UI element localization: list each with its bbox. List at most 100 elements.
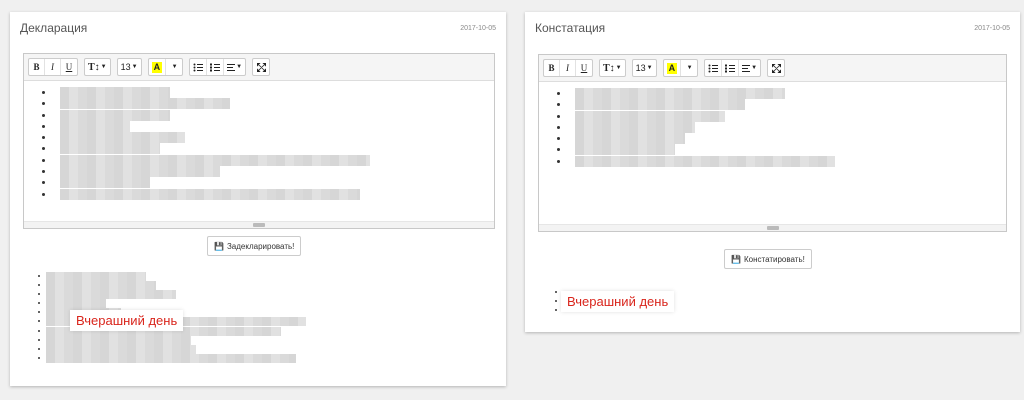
italic-button[interactable]: I: [45, 59, 61, 75]
chevron-down-icon: ▼: [131, 64, 138, 70]
style-group: T↕ ▼: [84, 58, 111, 76]
state-button-label: Констатировать!: [743, 254, 805, 264]
font-size-group: 13 ▼: [631, 59, 657, 77]
numbered-list-button[interactable]: [207, 59, 225, 75]
bullet-list-icon: [193, 63, 204, 71]
yesterday-tooltip: Вчерашний день: [561, 291, 675, 312]
card-title: Декларация: [20, 21, 88, 35]
rich-text-editor[interactable]: B I U T↕ ▼ 13 ▼ A ▼ ▼: [538, 54, 1007, 232]
paragraph-group: ▼: [189, 58, 247, 76]
bold-button[interactable]: B: [29, 59, 45, 75]
floppy-disk-icon: 💾: [731, 254, 741, 264]
font-size-dropdown[interactable]: 13 ▼: [633, 60, 656, 76]
card-title: Констатация: [535, 21, 606, 35]
font-size-group: 13 ▼: [116, 58, 142, 76]
statement-card: Констатация 2017-10-05 B I U T↕ ▼ 13 ▼ A ▼: [525, 12, 1020, 332]
yesterday-tooltip: Вчерашний день: [70, 310, 184, 331]
redacted-text: [60, 154, 370, 166]
redacted-text: [60, 109, 170, 121]
font-style-group: B I U: [543, 59, 593, 77]
highlight-color-icon: A: [666, 62, 678, 74]
align-dropdown[interactable]: ▼: [739, 60, 760, 76]
align-dropdown[interactable]: ▼: [224, 59, 245, 75]
bullet-list-icon: [708, 64, 719, 72]
editor-resize-handle[interactable]: [24, 221, 494, 228]
paragraph-group: ▼: [704, 59, 762, 77]
resize-grip-icon: [253, 223, 265, 227]
redacted-text: [60, 98, 230, 110]
card-date: 2017-10-05: [460, 25, 496, 32]
state-button[interactable]: 💾 Констатировать!: [724, 249, 812, 269]
editor-toolbar: B I U T↕ ▼ 13 ▼ A ▼ ▼: [24, 54, 494, 81]
rich-text-editor[interactable]: B I U T↕ ▼ 13 ▼ A ▼ ▼: [23, 53, 495, 229]
redacted-text: [46, 299, 106, 309]
fullscreen-icon: [771, 63, 781, 73]
chevron-down-icon: ▼: [236, 64, 243, 70]
fullscreen-icon: [256, 62, 266, 72]
redacted-text: [60, 166, 220, 178]
editor-toolbar: B I U T↕ ▼ 13 ▼ A ▼ ▼: [539, 55, 1006, 82]
redacted-text: [575, 144, 675, 156]
card-date: 2017-10-05: [974, 25, 1010, 32]
redacted-text: [60, 87, 170, 98]
declare-button[interactable]: 💾 Задекларировать!: [207, 236, 302, 256]
redacted-text: [60, 120, 130, 132]
redacted-text: [46, 335, 191, 345]
bullet-list-button[interactable]: [705, 60, 723, 76]
redacted-text: [60, 132, 185, 144]
fullscreen-button[interactable]: [768, 60, 784, 76]
redacted-text: [46, 344, 196, 354]
chevron-down-icon: ▼: [646, 65, 653, 71]
align-left-icon: [742, 64, 751, 72]
redacted-text: [60, 143, 160, 155]
redacted-text: [46, 353, 296, 363]
numbered-list-icon: [210, 63, 221, 71]
editor-content[interactable]: [539, 82, 1006, 217]
align-left-icon: [227, 63, 236, 71]
bullet-list-button[interactable]: [190, 59, 208, 75]
redacted-text: [46, 290, 176, 300]
redacted-text: [60, 177, 150, 189]
numbered-list-icon: [725, 64, 736, 72]
color-dropdown-button[interactable]: ▼: [166, 59, 182, 75]
redacted-text: [575, 110, 725, 122]
redacted-text: [575, 155, 835, 167]
resize-grip-icon: [766, 226, 779, 230]
color-group: A ▼: [147, 58, 184, 76]
declare-button-label: Задекларировать!: [226, 241, 295, 251]
text-color-button[interactable]: A: [664, 60, 682, 76]
highlight-color-icon: A: [151, 61, 163, 73]
declaration-card: Декларация 2017-10-05 B I U T↕ ▼ 13 ▼ A ▼: [10, 12, 506, 386]
redacted-text: [575, 88, 785, 99]
redacted-text: [46, 272, 146, 281]
editor-content[interactable]: [24, 81, 494, 216]
text-color-button[interactable]: A: [149, 59, 167, 75]
view-group: [767, 59, 786, 77]
chevron-down-icon: ▼: [686, 65, 693, 71]
underline-button[interactable]: U: [576, 60, 592, 76]
redacted-text: [575, 99, 745, 111]
redacted-text: [575, 121, 695, 133]
chevron-down-icon: ▼: [171, 64, 178, 70]
bold-button[interactable]: B: [544, 60, 560, 76]
view-group: [252, 58, 271, 76]
text-style-dropdown[interactable]: T↕ ▼: [85, 59, 110, 75]
style-group: T↕ ▼: [599, 59, 626, 77]
underline-button[interactable]: U: [61, 59, 77, 75]
chevron-down-icon: ▼: [100, 64, 107, 70]
editor-resize-handle[interactable]: [539, 224, 1006, 231]
font-size-dropdown[interactable]: 13 ▼: [118, 59, 141, 75]
color-group: A ▼: [662, 59, 699, 77]
numbered-list-button[interactable]: [722, 60, 740, 76]
color-dropdown-button[interactable]: ▼: [681, 60, 697, 76]
chevron-down-icon: ▼: [751, 65, 758, 71]
text-style-dropdown[interactable]: T↕ ▼: [600, 60, 625, 76]
font-style-group: B I U: [28, 58, 78, 76]
redacted-text: [575, 133, 685, 145]
floppy-disk-icon: 💾: [214, 241, 224, 251]
fullscreen-button[interactable]: [253, 59, 269, 75]
redacted-text: [60, 188, 360, 200]
redacted-text: [46, 281, 156, 291]
italic-button[interactable]: I: [560, 60, 576, 76]
chevron-down-icon: ▼: [615, 65, 622, 71]
